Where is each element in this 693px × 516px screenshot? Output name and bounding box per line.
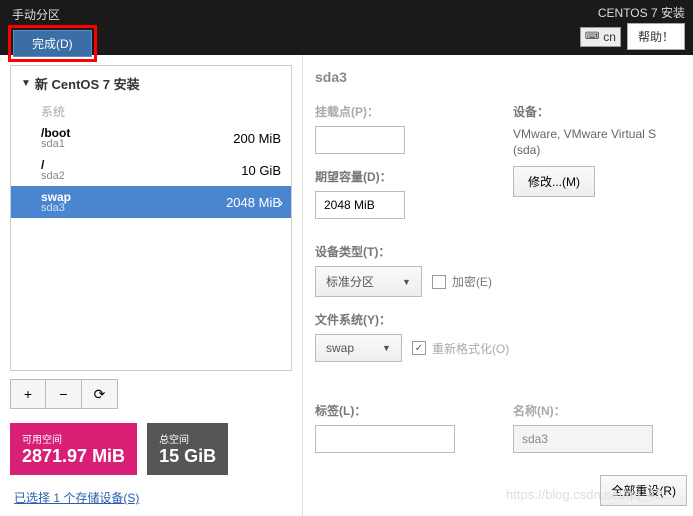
keyboard-layout-button[interactable]: ⌨ cn <box>580 27 621 47</box>
devtype-select[interactable]: 标准分区 ▼ <box>315 266 422 297</box>
detail-title: sda3 <box>315 69 681 85</box>
reformat-checkbox[interactable]: ✓ <box>412 341 426 355</box>
partition-row-swap[interactable]: swap sda3 2048 MiB › <box>11 186 291 218</box>
storage-devices-link[interactable]: 已选择 1 个存储设备(S) <box>10 489 292 506</box>
fs-label: 文件系统(Y)： <box>315 311 681 328</box>
reset-all-button[interactable]: 全部重设(R) <box>600 475 687 506</box>
partition-row-boot[interactable]: /boot sda1 200 MiB <box>11 122 291 154</box>
partition-list-panel: ▼ 新 CentOS 7 安装 系统 /boot sda1 200 MiB / … <box>0 55 303 516</box>
add-partition-button[interactable]: + <box>10 379 46 409</box>
done-button[interactable]: 完成(D) <box>13 30 92 57</box>
reformat-label: 重新格式化(O) <box>432 340 509 357</box>
system-group-label: 系统 <box>11 101 291 122</box>
reload-button[interactable]: ⟳ <box>82 379 118 409</box>
install-title: CENTOS 7 安装 <box>598 4 685 21</box>
label-input[interactable] <box>315 425 455 453</box>
devtype-label: 设备类型(T)： <box>315 243 681 260</box>
total-space-box: 总空间 15 GiB <box>147 423 228 475</box>
mount-input[interactable] <box>315 126 405 154</box>
capacity-label: 期望容量(D)： <box>315 168 483 185</box>
partition-row-root[interactable]: / sda2 10 GiB <box>11 154 291 186</box>
partition-detail-panel: sda3 挂载点(P)： 期望容量(D)： 设备： VMware, VMware… <box>303 55 693 516</box>
device-label: 设备： <box>513 103 681 120</box>
available-space-box: 可用空间 2871.97 MiB <box>10 423 137 475</box>
capacity-input[interactable] <box>315 191 405 219</box>
mount-label: 挂载点(P)： <box>315 103 483 120</box>
remove-partition-button[interactable]: − <box>46 379 82 409</box>
name-label: 名称(N)： <box>513 402 681 419</box>
name-input <box>513 425 653 453</box>
keyboard-icon: ⌨ <box>585 31 599 42</box>
encrypt-checkbox[interactable] <box>432 275 446 289</box>
caret-down-icon: ▼ <box>21 78 31 89</box>
chevron-down-icon: ▼ <box>402 277 411 287</box>
encrypt-label: 加密(E) <box>452 273 492 290</box>
chevron-down-icon: ▼ <box>382 343 391 353</box>
page-title: 手动分区 <box>8 4 97 25</box>
modify-button[interactable]: 修改...(M) <box>513 166 595 197</box>
help-button[interactable]: 帮助！ <box>627 23 685 50</box>
chevron-right-icon: › <box>278 194 283 210</box>
label-label: 标签(L)： <box>315 402 483 419</box>
fs-select[interactable]: swap ▼ <box>315 334 402 362</box>
tree-root[interactable]: ▼ 新 CentOS 7 安装 <box>11 66 291 101</box>
device-text: VMware, VMware Virtual S (sda) <box>513 126 681 158</box>
lang-code: cn <box>603 30 616 44</box>
